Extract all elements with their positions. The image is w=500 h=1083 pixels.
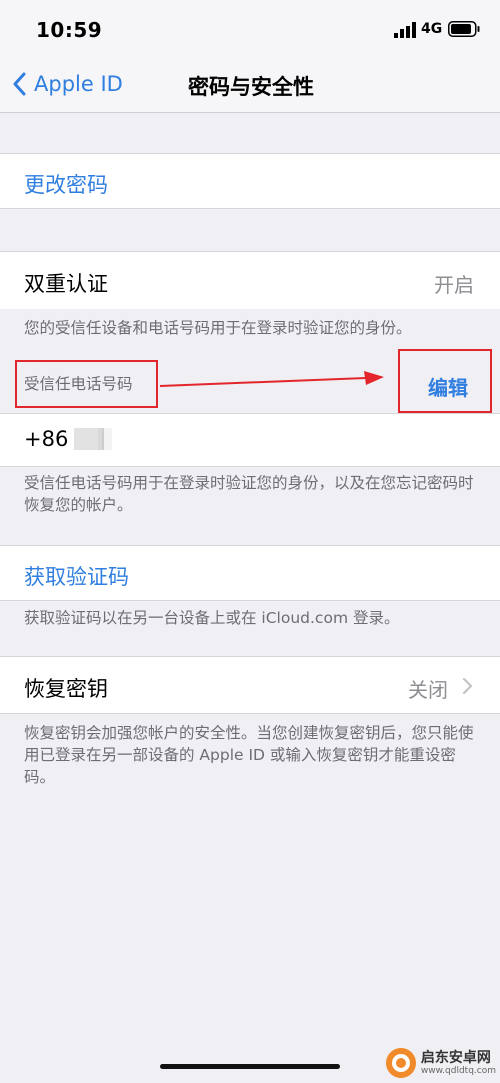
- annotation-box-header: [15, 360, 158, 408]
- signal-icon: [394, 22, 416, 38]
- battery-icon: [448, 21, 480, 37]
- get-code-footer: 获取验证码以在另一台设备上或在 iCloud.com 登录。: [24, 609, 400, 627]
- two-factor-description: 您的受信任设备和电话号码用于在登录时验证您的身份。: [24, 319, 412, 337]
- get-code-cell[interactable]: 获取验证码: [0, 545, 500, 601]
- home-indicator: [160, 1064, 340, 1069]
- phone-prefix: +86: [24, 427, 69, 451]
- get-code-link[interactable]: 获取验证码: [24, 561, 129, 591]
- recovery-key-status: 关闭: [408, 678, 448, 702]
- watermark-logo-icon: [385, 1048, 416, 1078]
- chevron-right-icon: [462, 677, 473, 695]
- change-password-link[interactable]: 更改密码: [24, 169, 108, 199]
- watermark-url: www.qdldtq.com: [420, 1065, 496, 1076]
- two-factor-status: 开启: [434, 273, 474, 297]
- two-factor-cell: 双重认证 开启: [0, 251, 500, 309]
- navigation-bar: Apple ID 密码与安全性: [0, 58, 500, 113]
- annotation-arrow: [159, 371, 384, 387]
- recovery-key-label: 恢复密钥: [24, 677, 108, 701]
- status-bar: 10:59 4G: [0, 0, 500, 58]
- annotation-box-edit: [398, 349, 492, 413]
- network-type: 4G: [421, 21, 443, 37]
- trusted-phone-row[interactable]: +86: [0, 413, 500, 467]
- two-factor-label: 双重认证: [24, 272, 108, 296]
- page-title: 密码与安全性: [188, 75, 314, 99]
- recovery-key-cell[interactable]: 恢复密钥 关闭: [0, 656, 500, 714]
- watermark-name: 启东安卓网: [420, 1049, 491, 1066]
- site-watermark: 启东安卓网 www.qdldtq.com: [385, 1047, 496, 1079]
- change-password-cell[interactable]: 更改密码: [0, 153, 500, 209]
- status-time: 10:59: [36, 18, 103, 42]
- recovery-key-footer: 恢复密钥会加强您帐户的安全性。当您创建恢复密钥后，您只能使用已登录在另一部设备的…: [24, 724, 474, 786]
- trusted-phone-footer: 受信任电话号码用于在登录时验证您的身份，以及在您忘记密码时恢复您的帐户。: [24, 474, 474, 514]
